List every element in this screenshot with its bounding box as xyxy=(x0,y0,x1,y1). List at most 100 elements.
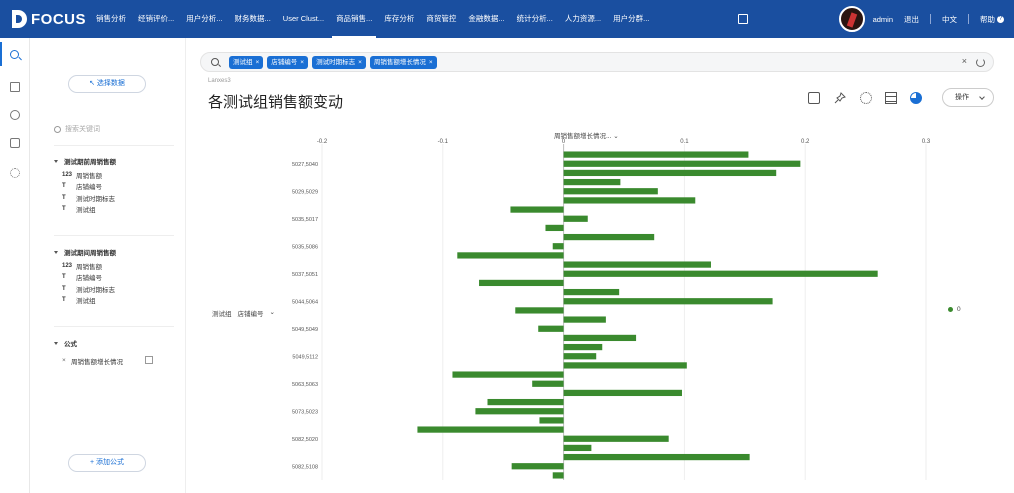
language-switch[interactable]: 中文 xyxy=(942,14,957,25)
bar[interactable] xyxy=(563,298,773,305)
nav-item[interactable]: 财务数据... xyxy=(235,0,271,38)
table-title[interactable]: 测试期间周销售额 xyxy=(54,247,116,257)
edit-icon[interactable] xyxy=(738,14,748,24)
bar[interactable] xyxy=(552,472,564,479)
nav-item[interactable]: 商品销售... xyxy=(332,0,377,38)
pin-icon[interactable] xyxy=(834,92,846,104)
bar[interactable] xyxy=(563,197,696,204)
query-chip[interactable]: 周销售额增长情况 × xyxy=(369,56,437,69)
remove-chip-icon[interactable]: × xyxy=(256,59,260,66)
bar[interactable] xyxy=(539,417,564,424)
nav-item[interactable]: 用户分析... xyxy=(186,0,222,38)
bar[interactable] xyxy=(452,371,564,378)
bar[interactable] xyxy=(417,426,564,433)
field-item[interactable]: T 测试组 xyxy=(54,295,116,307)
gear-icon[interactable] xyxy=(10,168,20,178)
formula-item[interactable]: × 周销售额增长情况 xyxy=(54,355,123,367)
query-chip[interactable]: 店铺编号 × xyxy=(267,56,309,69)
bar-chart[interactable]: -0.2 -0.1 0 0.1 0.2 0.3 5027,5040 5029,5029 5035… xyxy=(186,120,1014,493)
search-icon[interactable] xyxy=(10,50,19,59)
bar[interactable] xyxy=(563,160,801,167)
username[interactable]: admin xyxy=(873,15,893,24)
bar[interactable] xyxy=(510,206,564,213)
field-item[interactable]: T 店铺编号 xyxy=(54,272,116,284)
bar[interactable] xyxy=(563,151,749,158)
query-chip[interactable]: 测试时期标志 × xyxy=(312,56,366,69)
formula-title[interactable]: 公式 xyxy=(54,338,123,348)
bar[interactable] xyxy=(515,307,564,314)
bar[interactable] xyxy=(511,463,564,470)
bar[interactable] xyxy=(532,380,564,387)
operation-button[interactable]: 操作 xyxy=(942,88,994,107)
clear-icon[interactable]: × xyxy=(962,56,967,66)
field-item[interactable]: T 测试组 xyxy=(54,204,116,216)
query-bar[interactable]: 测试组 × 店铺编号 × 测试时期标志 × 周销售额增长情况 × × xyxy=(200,52,994,72)
divider xyxy=(54,235,174,236)
refresh-icon[interactable] xyxy=(976,58,985,67)
nav-item[interactable]: 统计分析... xyxy=(517,0,553,38)
bar[interactable] xyxy=(563,169,777,177)
nav-item[interactable]: 人力资源... xyxy=(565,0,601,38)
remove-chip-icon[interactable]: × xyxy=(429,59,433,66)
field-item[interactable]: T 测试时期标志 xyxy=(54,192,116,204)
add-formula-button[interactable]: + 添加公式 xyxy=(68,454,146,472)
bar[interactable] xyxy=(479,279,564,287)
bar[interactable] xyxy=(563,316,606,323)
table-icon[interactable] xyxy=(885,92,897,104)
bar[interactable] xyxy=(563,334,637,342)
field-item[interactable]: T 测试时期标志 xyxy=(54,283,116,295)
bar[interactable] xyxy=(563,362,687,369)
edit-formula-icon[interactable] xyxy=(145,356,153,364)
bar[interactable] xyxy=(563,288,620,296)
bar[interactable] xyxy=(563,444,592,452)
bar[interactable] xyxy=(563,261,711,268)
bar[interactable] xyxy=(563,353,597,360)
nav-item[interactable]: 经销评价... xyxy=(138,0,174,38)
nav-item[interactable]: 库存分析 xyxy=(384,0,414,38)
field-item[interactable]: 123 周销售额 xyxy=(54,260,116,272)
focus-logo[interactable]: FOCUS xyxy=(10,9,86,29)
breadcrumb[interactable]: Lanxes3 xyxy=(208,78,231,84)
nav-item[interactable]: User Clust... xyxy=(283,0,324,38)
bar[interactable] xyxy=(538,325,564,332)
bar[interactable] xyxy=(475,408,564,415)
select-data-button[interactable]: ↖ 选择数据 xyxy=(68,75,146,93)
y-dimension-selector[interactable]: 测试组 店铺编号 ⌄ xyxy=(212,308,281,318)
bar[interactable] xyxy=(457,252,564,259)
x-measure-selector[interactable]: 周销售额增长情况... ⌄ xyxy=(554,130,619,140)
remove-chip-icon[interactable]: × xyxy=(358,59,362,66)
bar[interactable] xyxy=(487,398,564,406)
bar[interactable] xyxy=(563,270,878,277)
legend-label: 0 xyxy=(957,306,961,313)
board-icon[interactable] xyxy=(10,82,20,92)
gear-icon[interactable] xyxy=(860,92,872,104)
database-icon[interactable] xyxy=(10,138,20,148)
bar[interactable] xyxy=(563,389,682,397)
y-category-label: 5044,5064 xyxy=(292,299,318,305)
bar[interactable] xyxy=(552,243,564,250)
avatar[interactable] xyxy=(838,6,865,32)
bar[interactable] xyxy=(563,453,750,461)
field-item[interactable]: 123 周销售额 xyxy=(54,169,116,181)
help-link[interactable]: 帮助? xyxy=(980,14,1004,25)
remove-chip-icon[interactable]: × xyxy=(300,59,304,66)
nav-item[interactable]: 金融数据... xyxy=(468,0,504,38)
bar[interactable] xyxy=(563,215,588,222)
comment-icon[interactable] xyxy=(808,92,820,104)
bar[interactable] xyxy=(563,178,621,186)
table-title[interactable]: 测试期前周销售额 xyxy=(54,156,116,166)
help-circle-icon[interactable] xyxy=(10,110,20,120)
nav-item[interactable]: 用户分群... xyxy=(613,0,649,38)
field-item[interactable]: T 店铺编号 xyxy=(54,181,116,193)
bar[interactable] xyxy=(563,435,669,442)
nav-item[interactable]: 销售分析 xyxy=(96,0,126,38)
field-search[interactable]: 搜索关键词 xyxy=(54,124,100,134)
pie-chart-icon[interactable] xyxy=(910,92,922,104)
nav-item[interactable]: 商贸管控 xyxy=(426,0,456,38)
bar[interactable] xyxy=(545,224,564,232)
bar[interactable] xyxy=(563,343,603,351)
query-chip[interactable]: 测试组 × xyxy=(229,56,264,69)
bar[interactable] xyxy=(563,188,658,195)
bar[interactable] xyxy=(563,233,655,241)
logout-link[interactable]: 退出 xyxy=(904,14,919,25)
